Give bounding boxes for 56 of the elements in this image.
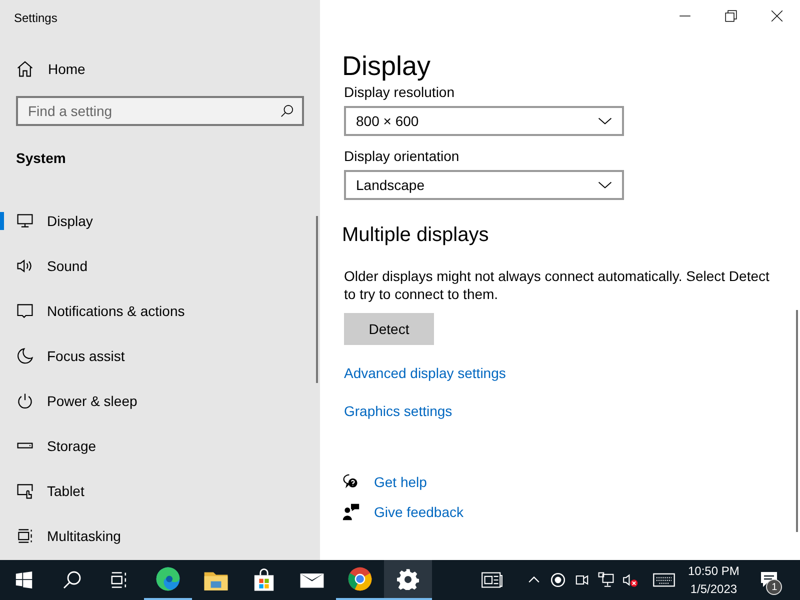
- scrollbar-thumb[interactable]: [796, 310, 798, 532]
- multitask-icon: [16, 526, 34, 544]
- sidebar-item[interactable]: Power & sleep: [0, 378, 320, 423]
- settings-link[interactable]: Advanced display settings: [344, 365, 506, 381]
- sidebar-item[interactable]: Notifications & actions: [0, 288, 320, 333]
- settings-link[interactable]: Graphics settings: [344, 403, 452, 419]
- dropdown[interactable]: Landscape: [344, 170, 624, 200]
- notifications-button[interactable]: 1: [749, 560, 790, 600]
- scrollbar-thumb[interactable]: [316, 216, 318, 383]
- monitor-icon: [16, 212, 34, 230]
- window-title: Settings: [13, 10, 58, 27]
- setting-label: Display resolution: [344, 84, 456, 100]
- detect-button[interactable]: Detect: [344, 313, 434, 345]
- page-title: Display: [342, 50, 432, 82]
- setting-label: Display orientation: [344, 148, 460, 164]
- sidebar-item[interactable]: Display: [0, 198, 320, 243]
- speaker-muted-icon: [621, 572, 639, 588]
- shopping-bag-icon: [252, 568, 276, 592]
- moon-icon: [16, 346, 34, 364]
- home-icon: [16, 60, 34, 78]
- power-icon: [16, 392, 34, 410]
- home-link[interactable]: Home: [16, 60, 86, 78]
- help-link[interactable]: Get help: [374, 474, 427, 490]
- windows-logo-icon: [15, 571, 33, 589]
- description-text: Older displays might not always connect automatically. Select Detect to try to connect to them.: [344, 267, 770, 303]
- section-heading: System: [16, 150, 67, 166]
- search-field[interactable]: Find a setting: [16, 96, 304, 126]
- sidebar-item[interactable]: Focus assist: [0, 333, 320, 378]
- speech-bubble-icon: [16, 302, 34, 320]
- network-icon: [597, 572, 615, 588]
- task-view-icon: [111, 571, 129, 589]
- chevron-down-icon: [598, 180, 612, 190]
- question-bubble-icon: [342, 473, 360, 491]
- newspaper-icon: [479, 571, 505, 589]
- chevron-down-icon: [598, 116, 612, 126]
- sidebar-item[interactable]: Storage: [0, 423, 320, 468]
- tablet-icon: [16, 482, 34, 500]
- feedback-person-icon: [342, 503, 360, 521]
- search-icon: [62, 570, 82, 590]
- browser-circle-icon: [347, 566, 373, 592]
- restore-icon: [725, 10, 737, 22]
- search-icon: [280, 104, 294, 118]
- taskbar-app-button[interactable]: [384, 560, 432, 600]
- sidebar-item[interactable]: Sound: [0, 243, 320, 288]
- notification-count: 1: [766, 579, 782, 595]
- close-icon: [771, 10, 783, 22]
- clock[interactable]: 10:50 PM 1/5/2023: [684, 560, 744, 600]
- record-icon: [550, 572, 566, 588]
- dropdown[interactable]: 800 × 600: [344, 106, 624, 136]
- sidebar-item[interactable]: Tablet: [0, 468, 320, 513]
- section-heading: Multiple displays: [342, 224, 490, 247]
- sidebar-item[interactable]: Multitasking: [0, 513, 320, 558]
- keyboard-icon: [652, 572, 676, 588]
- help-link[interactable]: Give feedback: [374, 504, 464, 520]
- gear-icon: [397, 568, 419, 590]
- browser-swirl-icon: [155, 566, 181, 592]
